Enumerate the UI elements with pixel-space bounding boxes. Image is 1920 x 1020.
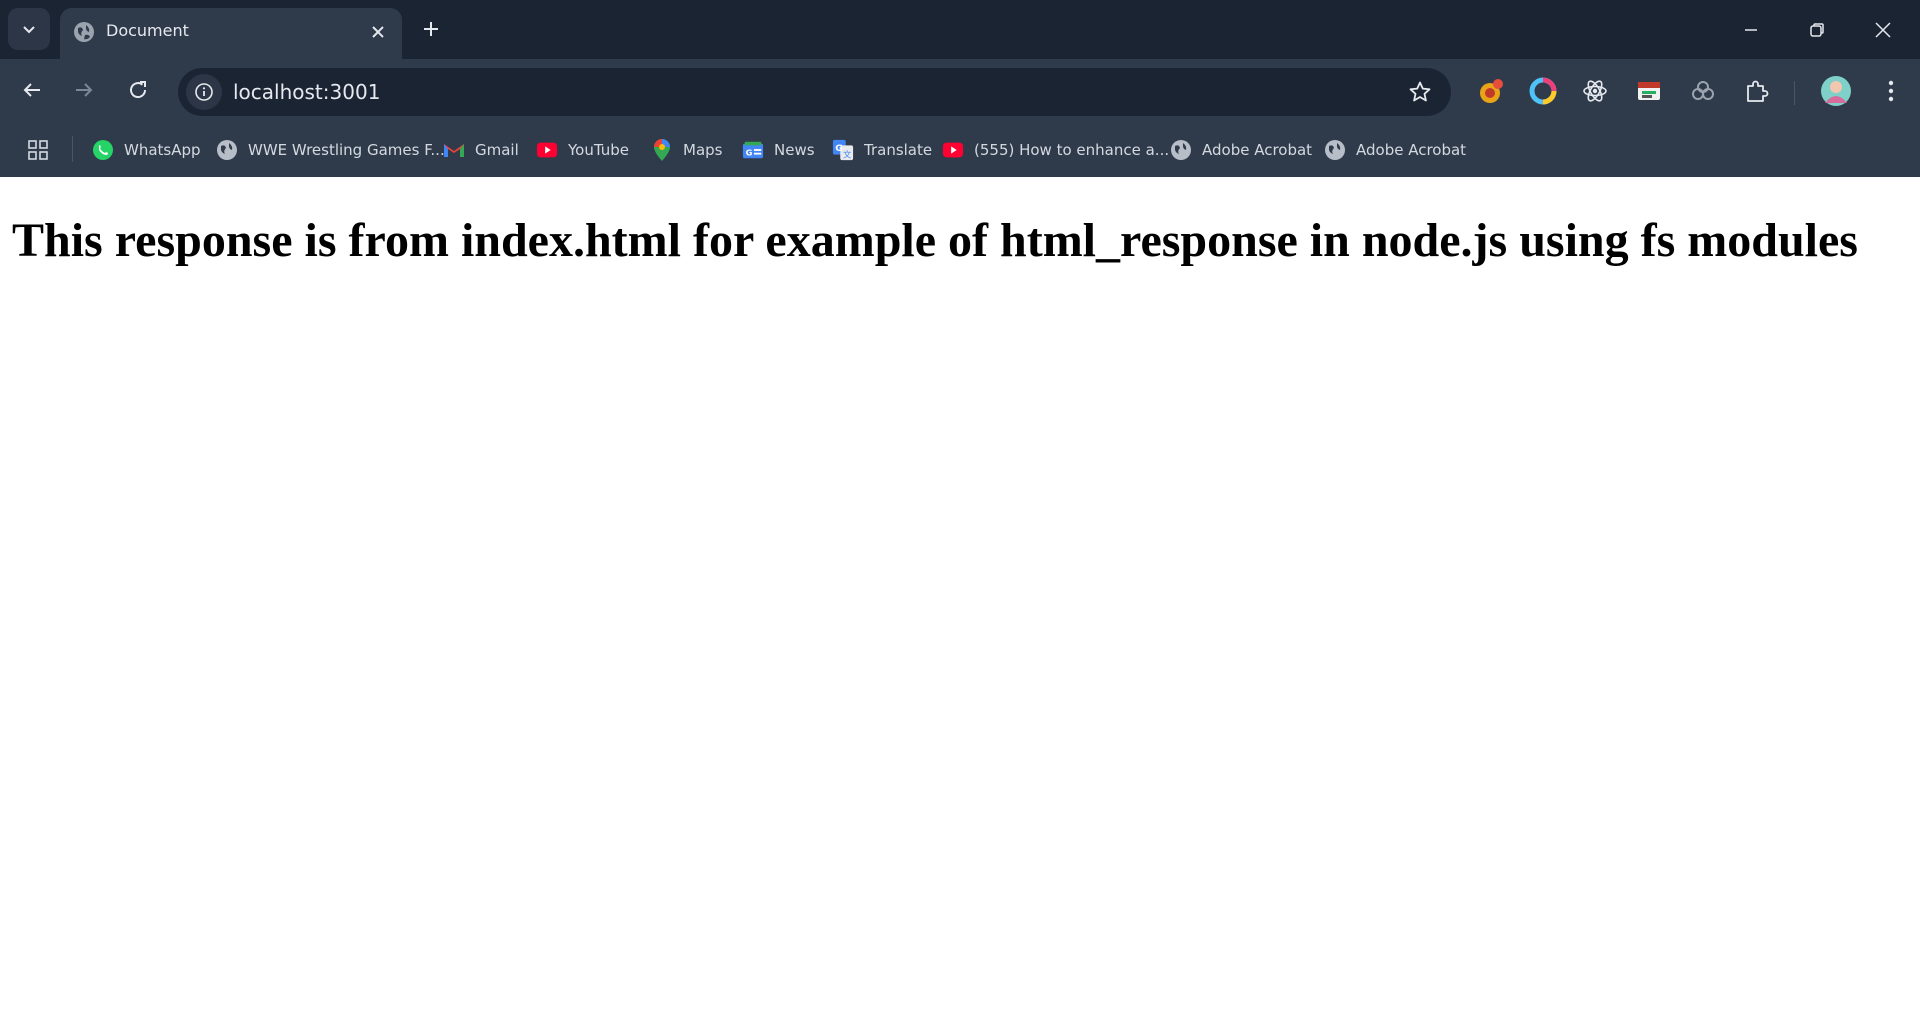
apps-grid-icon <box>28 140 48 160</box>
news-icon: G <box>742 139 764 161</box>
extension-4-button[interactable] <box>1634 76 1664 106</box>
svg-text:G: G <box>746 148 753 158</box>
minimize-button[interactable] <box>1718 0 1784 59</box>
restore-button[interactable] <box>1784 0 1850 59</box>
react-icon <box>1583 80 1607 102</box>
tab-search-button[interactable] <box>8 8 50 50</box>
site-info-button[interactable] <box>186 74 222 110</box>
more-vertical-icon <box>1888 80 1894 102</box>
svg-text:G: G <box>835 143 843 154</box>
tab-close-button[interactable] <box>366 20 390 44</box>
bookmark-translate[interactable]: G文 Translate <box>832 134 932 166</box>
arrow-right-icon <box>76 83 93 97</box>
active-tab[interactable]: Document <box>60 8 402 59</box>
back-button[interactable] <box>14 72 50 108</box>
restore-icon <box>1810 22 1824 37</box>
browser-toolbar: localhost:3001 <box>0 59 1920 122</box>
bookmark-label: WhatsApp <box>124 141 201 159</box>
link-icon <box>1692 81 1714 100</box>
star-icon <box>1409 81 1431 102</box>
globe-icon <box>74 22 94 42</box>
globe-icon <box>216 139 238 161</box>
bookmarks-divider <box>72 136 73 162</box>
info-icon <box>195 83 213 101</box>
bookmark-youtube[interactable]: YouTube <box>536 134 629 166</box>
bookmark-label: (555) How to enhance a... <box>974 141 1170 159</box>
bookmarks-bar: WhatsApp WWE Wrestling Games F... Gmail … <box>0 122 1920 177</box>
address-bar[interactable]: localhost:3001 <box>178 68 1451 116</box>
gmail-icon <box>443 139 465 161</box>
bookmark-label: News <box>774 141 815 159</box>
bookmark-label: Adobe Acrobat <box>1356 141 1467 159</box>
maps-icon <box>651 139 673 161</box>
close-icon <box>372 26 384 38</box>
reload-icon <box>130 81 147 99</box>
browser-menu-button[interactable] <box>1876 76 1906 106</box>
bookmark-maps[interactable]: Maps <box>651 134 722 166</box>
extension-2-button[interactable] <box>1528 76 1558 106</box>
bookmark-label: YouTube <box>568 141 629 159</box>
extension-react-button[interactable] <box>1580 76 1610 106</box>
puzzle-icon <box>1747 80 1769 102</box>
whatsapp-icon <box>92 139 114 161</box>
close-window-button[interactable] <box>1850 0 1916 59</box>
new-tab-button[interactable] <box>416 14 446 44</box>
url-text[interactable]: localhost:3001 <box>233 80 380 104</box>
bookmark-news[interactable]: G News <box>742 134 815 166</box>
forward-button[interactable] <box>66 72 102 108</box>
arrow-left-icon <box>23 83 40 97</box>
bookmark-wwe[interactable]: WWE Wrestling Games F... <box>216 134 445 166</box>
bookmark-label: WWE Wrestling Games F... <box>248 141 445 159</box>
bookmark-label: Adobe Acrobat <box>1202 141 1313 159</box>
bookmark-youtube-video[interactable]: (555) How to enhance a... <box>942 134 1169 166</box>
tab-strip: Document <box>0 0 1920 59</box>
bookmark-adobe-acrobat-1[interactable]: Adobe Acrobat <box>1170 134 1312 166</box>
color-ring-icon <box>1529 77 1557 105</box>
globe-icon <box>1324 139 1346 161</box>
profile-avatar-button[interactable] <box>1818 73 1854 109</box>
youtube-icon <box>536 139 558 161</box>
reload-button[interactable] <box>120 72 156 108</box>
toolbar-divider <box>1794 81 1795 105</box>
bookmark-label: Gmail <box>475 141 519 159</box>
extension-box-icon <box>1638 82 1660 100</box>
bookmark-adobe-acrobat-2[interactable]: Adobe Acrobat <box>1324 134 1466 166</box>
extension-1-button[interactable] <box>1476 76 1506 106</box>
close-icon <box>1875 21 1891 38</box>
apps-button[interactable] <box>24 136 52 164</box>
page-heading: This response is from index.html for exa… <box>12 214 1858 267</box>
extension-colorful-icon <box>1480 79 1503 103</box>
translate-icon: G文 <box>832 139 854 161</box>
bookmark-gmail[interactable]: Gmail <box>443 134 519 166</box>
bookmark-whatsapp[interactable]: WhatsApp <box>92 134 201 166</box>
bookmark-label: Translate <box>864 141 933 159</box>
extensions-menu-button[interactable] <box>1742 76 1772 106</box>
extension-5-button[interactable] <box>1688 76 1718 106</box>
avatar <box>1821 76 1851 106</box>
minimize-icon <box>1745 28 1757 31</box>
bookmark-label: Maps <box>683 141 723 159</box>
tab-title: Document <box>106 21 189 40</box>
bookmark-star-button[interactable] <box>1407 79 1433 105</box>
svg-text:文: 文 <box>843 149 851 159</box>
plus-icon <box>424 22 438 36</box>
page-viewport: This response is from index.html for exa… <box>0 177 1920 1020</box>
chevron-down-icon <box>23 26 35 34</box>
youtube-icon <box>942 139 964 161</box>
globe-icon <box>1170 139 1192 161</box>
